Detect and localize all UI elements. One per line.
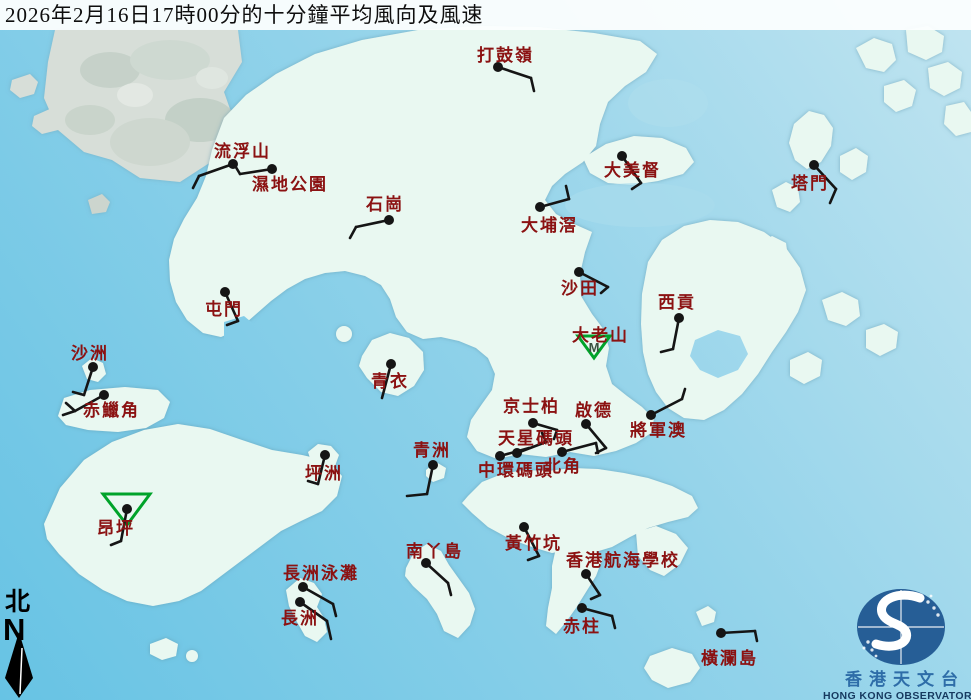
station-sha-chau-label: 沙洲	[71, 344, 109, 363]
station-sha-chau-dot-icon	[88, 362, 98, 372]
station-green-island-label: 青洲	[413, 440, 451, 460]
hk-wind-map: M大老山打鼓嶺流浮山濕地公園石崗大美督大埔滘塔門沙田西貢屯門沙洲赤鱲角青衣坪洲青…	[0, 0, 971, 700]
station-sha-tin-label: 沙田	[561, 279, 599, 298]
station-green-island-dot-icon	[428, 460, 438, 470]
hko-logo-name-en: HONG KONG OBSERVATORY	[823, 690, 971, 700]
station-kai-tak-dot-icon	[581, 419, 591, 429]
station-tuen-mun-label: 屯門	[205, 299, 243, 319]
station-central-pier-dot-icon	[495, 451, 505, 461]
station-hk-sea-school-dot-icon	[581, 569, 591, 579]
station-north-point-label: 北角	[544, 456, 582, 476]
sea-starling-inlet	[628, 79, 708, 127]
station-ngong-ping-label: 昂坪	[97, 519, 135, 538]
station-sai-kung-dot-icon	[674, 313, 684, 323]
station-shek-kong-label: 石崗	[365, 195, 404, 214]
station-ta-kwu-ling-label: 打鼓嶺	[477, 45, 534, 65]
station-tap-mun-label: 塔門	[791, 173, 829, 193]
sea-tolo-harbour	[565, 183, 715, 227]
hko-logo-name-cn: 香港天文台	[845, 669, 965, 689]
station-shek-kong-dot-icon	[384, 215, 394, 225]
station-wong-chuk-hang-label: 黃竹坑	[504, 533, 562, 553]
station-tap-mun-dot-icon	[809, 160, 819, 170]
station-peng-chau-label: 坪洲	[305, 464, 343, 483]
station-tai-mei-tuk-label: 大美督	[604, 160, 661, 180]
station-tsing-yi-dot-icon	[386, 359, 396, 369]
station-tai-po-kau-dot-icon	[535, 202, 545, 212]
station-tai-mei-tuk-dot-icon	[617, 151, 627, 161]
station-tseung-kwan-o-label: 將軍澳	[630, 420, 687, 440]
station-waglan-island-label: 橫瀾島	[701, 648, 758, 668]
station-peng-chau-dot-icon	[320, 450, 330, 460]
land-ma-wan	[336, 326, 352, 342]
station-wetland-park-label: 濕地公園	[252, 174, 328, 194]
station-lamma-island-label: 南丫島	[406, 541, 463, 561]
station-waglan-island-dot-icon	[716, 628, 726, 638]
station-wetland-park-dot-icon	[267, 164, 277, 174]
station-tseung-kwan-o-dot-icon	[646, 410, 656, 420]
station-stanley-dot-icon	[577, 603, 587, 613]
wind-map-screenshot: M大老山打鼓嶺流浮山濕地公園石崗大美督大埔滘塔門沙田西貢屯門沙洲赤鱲角青衣坪洲青…	[0, 0, 971, 700]
station-cheung-chau-beach-label: 長洲泳灘	[283, 563, 359, 583]
map-title: 2026年2月16日17時00分的十分鐘平均風向及風速	[0, 0, 971, 30]
station-hk-sea-school-label: 香港航海學校	[566, 550, 680, 570]
station-cheung-chau-dot-icon	[295, 597, 305, 607]
station-ngong-ping-dot-icon	[122, 504, 132, 514]
marker-tates-cairn-label: 大老山	[572, 325, 629, 345]
station-star-ferry-pier-label: 天星碼頭	[498, 429, 574, 448]
station-central-pier-label: 中環碼頭	[478, 460, 554, 480]
station-tai-po-kau-label: 大埔滘	[521, 215, 578, 235]
compass-north-letter: N	[3, 612, 25, 647]
station-wong-chuk-hang-dot-icon	[519, 522, 529, 532]
station-kai-tak-label: 啟德	[575, 400, 613, 420]
station-tuen-mun-dot-icon	[220, 287, 230, 297]
station-cheung-chau-label: 長洲	[281, 609, 319, 628]
station-sha-tin-dot-icon	[574, 267, 584, 277]
station-lau-fau-shan-label: 流浮山	[214, 141, 271, 161]
station-stanley-label: 赤柱	[563, 616, 601, 636]
station-chek-lap-kok-label: 赤鱲角	[83, 400, 140, 420]
station-kings-park-dot-icon	[528, 418, 538, 428]
station-chek-lap-kok-dot-icon	[99, 390, 109, 400]
station-sai-kung-label: 西貢	[658, 293, 696, 312]
station-tsing-yi-label: 青衣	[371, 371, 409, 391]
station-north-point-dot-icon	[557, 447, 567, 457]
station-kings-park-label: 京士柏	[503, 396, 560, 416]
station-cheung-chau-beach-dot-icon	[298, 582, 308, 592]
